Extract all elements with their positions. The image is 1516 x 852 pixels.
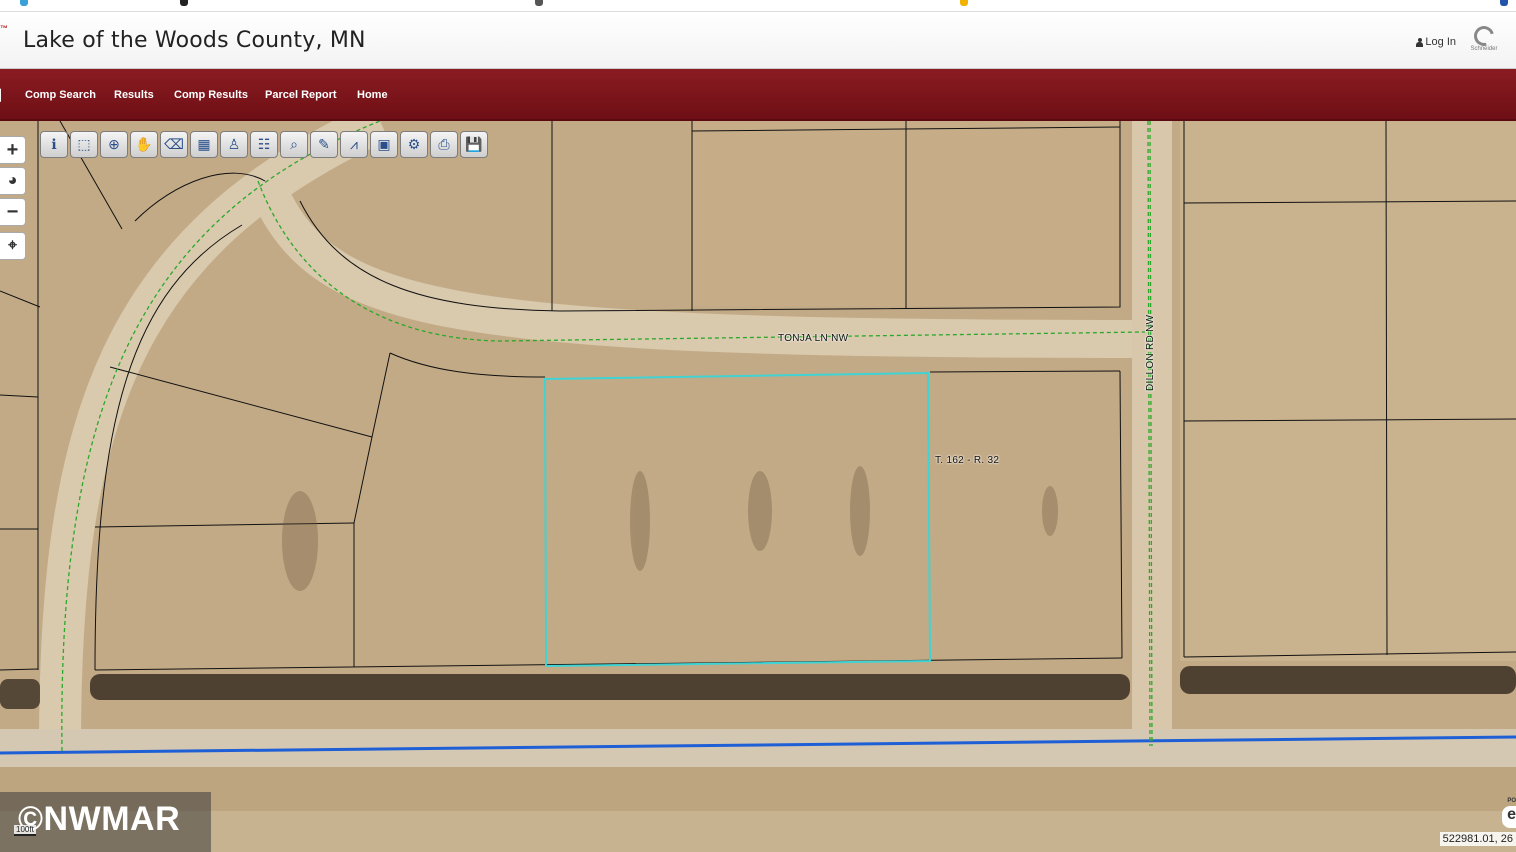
layers-icon[interactable]: ☷ <box>250 131 278 158</box>
map-canvas[interactable]: TONJA LN NW DILLON RD NW T. 162 - R. 32 … <box>0 121 1516 852</box>
save-icon[interactable]: 💾 <box>460 131 488 158</box>
pegman-icon[interactable]: ♙ <box>220 131 248 158</box>
buffer-icon[interactable]: ⚙ <box>400 131 428 158</box>
map-toolbar: ℹ ⬚ ⊕ ✋ ⌫ ▦ ♙ ☷ ⌕ ✎ ⩘ ▣ ⚙ ⎙ 💾 <box>40 131 488 158</box>
road-label-dillon: DILLON RD NW <box>1145 314 1156 391</box>
tab-marker <box>535 0 543 6</box>
page-title: Lake of the Woods County, MN <box>23 28 366 53</box>
browser-top-strip <box>0 0 1516 12</box>
powered-logo-glyph: e <box>1507 806 1516 823</box>
watermark: ©NWMAR <box>0 792 211 852</box>
trademark-mark: ™ <box>0 24 8 33</box>
print-icon[interactable]: ⎙ <box>430 131 458 158</box>
nav-parcel-report[interactable]: Parcel Report <box>265 89 337 101</box>
map-imagery <box>0 121 1516 852</box>
nav-comp-search[interactable]: Comp Search <box>25 89 96 101</box>
measure-icon[interactable]: ⩘ <box>340 131 368 158</box>
tab-marker <box>1500 0 1508 6</box>
globe-icon[interactable]: ◕ <box>0 167 26 195</box>
tab-marker <box>960 0 968 6</box>
powered-by-logo: PO e <box>1502 798 1516 828</box>
main-nav: ▏ Comp Search Results Comp Results Parce… <box>0 69 1516 121</box>
zoom-in-button[interactable]: + <box>0 136 26 164</box>
info-icon[interactable]: ℹ <box>40 131 68 158</box>
zoom-in-icon[interactable]: ⊕ <box>100 131 128 158</box>
zoom-controls: + ◕ − ⌖ <box>0 136 26 263</box>
draw-pencil-icon[interactable]: ✎ <box>310 131 338 158</box>
search-icon[interactable]: ⌕ <box>280 131 308 158</box>
app-header: ™ Lake of the Woods County, MN Log In Sc… <box>0 12 1516 69</box>
nav-results[interactable]: Results <box>114 89 154 101</box>
zoom-out-button[interactable]: − <box>0 198 26 226</box>
eraser-icon[interactable]: ⌫ <box>160 131 188 158</box>
login-label: Log In <box>1425 36 1456 48</box>
tab-marker <box>180 0 188 6</box>
coordinate-readout: 522981.01, 26 <box>1439 832 1516 846</box>
township-label: T. 162 - R. 32 <box>935 455 1000 466</box>
login-link[interactable]: Log In <box>1416 36 1456 48</box>
nav-home[interactable]: Home <box>357 89 388 101</box>
schneider-logo: Schneider <box>1466 22 1502 60</box>
nav-edge: ▏ <box>0 90 9 102</box>
powered-small-text: PO <box>1507 798 1516 804</box>
scale-bar: 100ft <box>14 825 36 836</box>
select-icon[interactable]: ⬚ <box>70 131 98 158</box>
user-icon <box>1416 37 1424 47</box>
logo-text: Schneider <box>1470 46 1498 52</box>
area-select-icon[interactable]: ▦ <box>190 131 218 158</box>
nav-comp-results[interactable]: Comp Results <box>174 89 248 101</box>
pan-hand-icon[interactable]: ✋ <box>130 131 158 158</box>
map-view-icon[interactable]: ▣ <box>370 131 398 158</box>
tab-marker <box>20 0 28 6</box>
locate-icon[interactable]: ⌖ <box>0 232 26 260</box>
road-label-tonja: TONJA LN NW <box>778 333 849 344</box>
